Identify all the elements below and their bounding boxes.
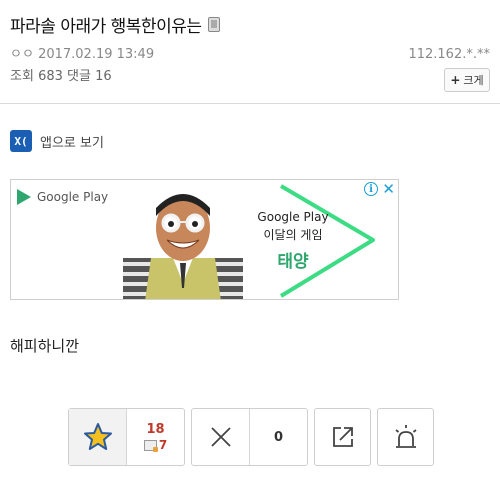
ad-line-3: 태양 <box>277 252 309 272</box>
google-play-label: Google Play <box>37 190 109 204</box>
google-play-badge: Google Play <box>17 189 108 205</box>
post-meta: ㅇㅇ 2017.02.19 13:49 조회 683 댓글 16 <box>10 44 154 88</box>
share-icon <box>332 427 353 447</box>
info-icon[interactable]: i <box>364 182 378 196</box>
ad-banner[interactable]: Google Play Google Play 이달의 게임 태양 i ✕ <box>10 179 399 300</box>
recommend-counts: 18 7 <box>127 409 184 465</box>
not-recommend-button[interactable] <box>192 409 250 465</box>
recommend-box: 18 7 <box>68 408 185 466</box>
views-count: 683 <box>38 69 63 84</box>
open-in-app-link[interactable]: X( 앱으로 보기 <box>10 130 104 152</box>
google-play-icon <box>17 189 31 205</box>
ad-line-2: 이달의 게임 <box>263 228 323 242</box>
fixed-recommend: 7 <box>143 438 168 452</box>
share-button[interactable] <box>314 408 371 466</box>
post-body: 해피하니깐 <box>10 337 80 355</box>
star-icon <box>83 423 112 450</box>
ad-line-1: Google Play <box>257 210 329 224</box>
post-title: 파라솔 아래가 행복한이유는 <box>10 17 202 37</box>
not-recommend-count: 0 <box>273 429 284 445</box>
recommend-button[interactable] <box>69 409 127 465</box>
ad-person-image <box>123 194 243 299</box>
comments-count[interactable]: 16 <box>95 69 112 84</box>
open-in-app-label: 앱으로 보기 <box>40 135 104 151</box>
post-meta-right: 112.162.*.** + 크게 <box>408 44 490 92</box>
report-button[interactable] <box>377 408 434 466</box>
plus-icon: + <box>450 73 461 87</box>
mobile-icon <box>207 17 220 32</box>
views-label: 조회 <box>10 69 34 84</box>
x-icon <box>210 427 231 447</box>
fixed-recommend-count: 7 <box>158 438 168 452</box>
font-size-button[interactable]: + 크게 <box>444 68 490 92</box>
post-title-row: 파라솔 아래가 행복한이유는 <box>10 12 220 37</box>
comments-label: 댓글 <box>67 69 91 84</box>
author-ip: 112.162.*.** <box>408 47 490 62</box>
not-recommend-box: 0 <box>191 408 308 466</box>
app-logo-icon: X( <box>10 130 32 152</box>
author-name[interactable]: ㅇㅇ <box>10 47 34 62</box>
font-size-label: 크게 <box>463 74 484 87</box>
recommend-count: 18 <box>146 422 165 437</box>
close-icon[interactable]: ✕ <box>382 181 395 197</box>
post-datetime: 2017.02.19 13:49 <box>38 47 155 62</box>
fixed-user-icon <box>143 439 158 452</box>
siren-icon <box>394 425 417 448</box>
header-divider <box>0 103 500 104</box>
ad-copy: Google Play 이달의 게임 태양 <box>243 210 343 272</box>
